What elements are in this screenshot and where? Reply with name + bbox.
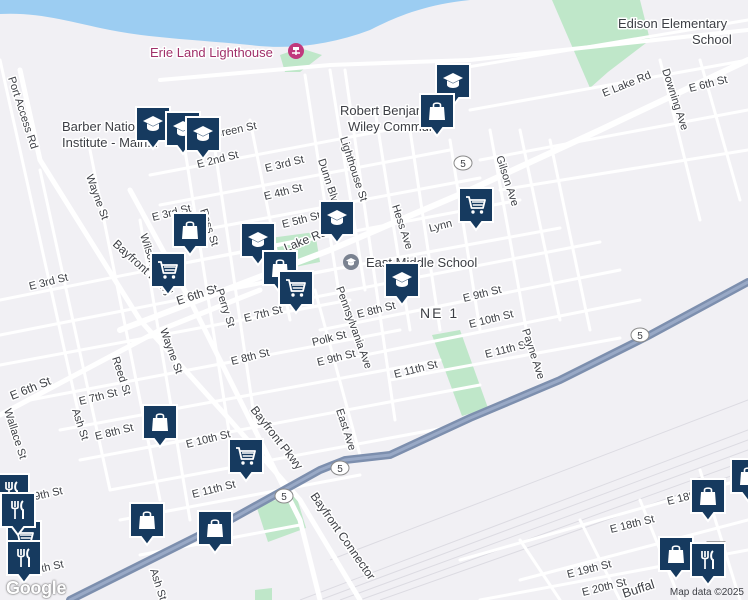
route-5-label: 5 [337, 464, 343, 475]
east-middle-label[interactable]: East Middle School [365, 254, 479, 272]
shop-marker[interactable] [690, 478, 726, 522]
grocery-marker[interactable] [228, 438, 264, 482]
bay-water [0, 0, 470, 47]
shop-marker[interactable] [658, 536, 694, 580]
school-marker[interactable] [384, 262, 420, 306]
street-label: Buffal [620, 576, 656, 600]
shop-marker[interactable] [197, 510, 233, 554]
map-svg[interactable]: 5 5 5 5 20 Port Access Rd E Lake Rd Lake… [0, 0, 748, 600]
shop-marker[interactable] [129, 502, 165, 546]
street-label: Lynn [428, 218, 454, 235]
route-shield: 5 [330, 460, 350, 476]
route-5-label: 5 [460, 159, 466, 170]
robert-label[interactable]: Robert Benjam [339, 102, 429, 120]
route-shield: 5 [453, 155, 473, 171]
street-label: Wayne St [83, 173, 110, 222]
street-label: E 11th St [393, 359, 439, 381]
attribution[interactable]: Map data ©2025 [670, 587, 744, 598]
street-label: E Lake Rd [601, 69, 653, 99]
street-label: E 8th St [230, 347, 271, 368]
restaurant-marker[interactable] [6, 540, 42, 584]
park-area [255, 588, 272, 600]
google-logo: Google [6, 578, 67, 598]
street-label: Gilson Ave [493, 154, 521, 208]
street-label: E 11th St [191, 479, 237, 501]
street-label: th St [40, 558, 65, 574]
street-label: Wallace St [1, 407, 29, 460]
street-label: Ash St [147, 567, 168, 600]
lighthouse-icon[interactable] [288, 43, 304, 59]
school-pin-icon[interactable] [343, 254, 359, 270]
route-5-label: 5 [637, 331, 643, 342]
street-label: E 3rd St [264, 154, 305, 175]
street-label: 9th St [33, 485, 64, 503]
route-5-label: 5 [281, 492, 287, 503]
street-label: E 9th St [462, 284, 503, 305]
park-area [432, 330, 488, 416]
street-label: E 8th St [94, 422, 135, 443]
street-label: Payne Ave [519, 327, 547, 381]
route-shield: 5 [274, 488, 294, 504]
zone-label: NE 1 [420, 305, 459, 321]
shop-marker[interactable] [730, 458, 748, 502]
map-canvas[interactable]: 5 5 5 5 20 Port Access Rd E Lake Rd Lake… [0, 0, 748, 600]
edison-label[interactable]: School [691, 31, 734, 49]
route-shield: 5 [630, 327, 650, 343]
street-label: E 10th St [185, 428, 232, 451]
street-label: E 7th St [243, 304, 284, 325]
edison-label[interactable]: Edison Elementary [617, 15, 730, 33]
lighthouse-label[interactable]: Erie Land Lighthouse [149, 44, 275, 62]
restaurant-marker[interactable] [690, 542, 726, 586]
